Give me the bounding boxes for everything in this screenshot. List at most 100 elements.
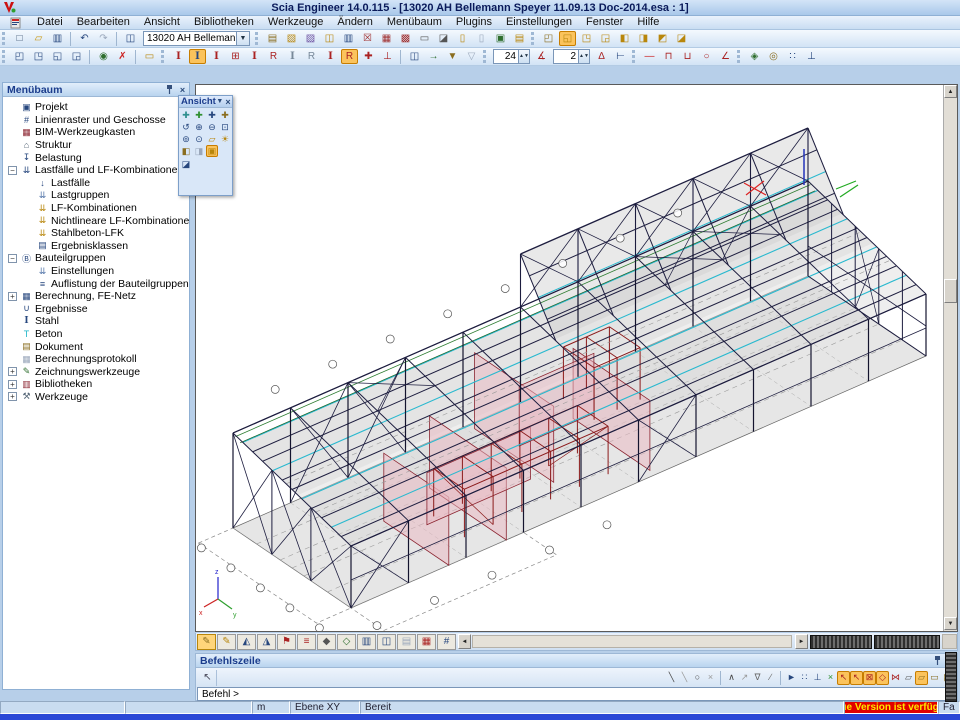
view-window-6-icon[interactable]: ◨ (635, 31, 652, 46)
document-icon[interactable]: ▯ (454, 31, 471, 46)
menu-werkzeuge[interactable]: Werkzeuge (261, 16, 330, 28)
tile-vertical-icon[interactable]: ◲ (68, 49, 85, 64)
orthogonal-snap-icon[interactable]: ⊠ (863, 671, 876, 685)
polygon-snap-icon[interactable]: ▱ (902, 671, 915, 685)
color-table-icon[interactable]: ▦ (417, 634, 436, 650)
viewport-vertical-scrollbar[interactable]: ▲ ▼ (943, 85, 957, 631)
view-z-icon[interactable]: ✚ (206, 109, 218, 121)
paint-selection-icon[interactable]: ◈ (746, 49, 763, 64)
scale-ruler-icon[interactable]: ⊢ (612, 49, 629, 64)
render-mode-icon[interactable]: ◆ (317, 634, 336, 650)
labels-flag-icon[interactable]: ⚑ (277, 634, 296, 650)
visibility-eye-icon[interactable]: ◉ (95, 49, 112, 64)
cascade-icon[interactable]: ◰ (11, 49, 28, 64)
scroll-right-icon[interactable]: ► (795, 634, 808, 649)
perspective-icon[interactable]: ◪ (180, 158, 192, 170)
snap-vertex-icon[interactable]: ∧ (725, 671, 738, 685)
surfaces-icon[interactable]: ◮ (257, 634, 276, 650)
view-window-8-icon[interactable]: ◪ (673, 31, 690, 46)
viewport-canvas[interactable]: zxy ▲ ▼ (195, 84, 958, 632)
clipboard-icon[interactable]: ▤ (264, 31, 281, 46)
snap-clear-icon[interactable]: × (704, 671, 717, 685)
tree-item-lastgruppen[interactable]: ⇊Lastgruppen (5, 189, 189, 202)
toolbar-dock-icon[interactable]: ▭ (928, 671, 941, 685)
open-folder-icon[interactable]: ▱ (30, 31, 47, 46)
redo-icon[interactable]: ↷ (95, 31, 112, 46)
export-doc-icon[interactable]: → (425, 49, 442, 64)
toolbar-handle[interactable] (2, 32, 7, 45)
document-gray-icon[interactable]: ▯ (473, 31, 490, 46)
toolbar-handle[interactable] (483, 50, 488, 63)
volumes-icon[interactable]: ◭ (237, 634, 256, 650)
menu-hilfe[interactable]: Hilfe (630, 16, 666, 28)
beam-check-8-icon[interactable]: R (303, 49, 320, 64)
menu-plugins[interactable]: Plugins (449, 16, 499, 28)
copy-doc-icon[interactable]: ◫ (321, 31, 338, 46)
support-icon[interactable]: ⊥ (379, 49, 396, 64)
circle-tool-icon[interactable]: ○ (698, 49, 715, 64)
viewport-horizontal-scrollbar[interactable] (472, 635, 792, 648)
print-icon[interactable]: ▭ (416, 31, 433, 46)
toolbar-handle[interactable] (737, 50, 742, 63)
menu-datei[interactable]: Datei (30, 16, 70, 28)
minimized-window-bar-3[interactable] (945, 652, 957, 702)
view-folder-icon[interactable]: ▱ (206, 133, 218, 145)
beam-check-6-icon[interactable]: R (265, 49, 282, 64)
toolbar-handle[interactable] (632, 50, 637, 63)
slope-icon[interactable]: ∆ (593, 49, 610, 64)
snap-triangle-icon[interactable]: ∇ (751, 671, 764, 685)
tree-item-belastung[interactable]: ↧Belastung (5, 151, 189, 164)
zoom-selection-icon[interactable]: ⊙ (193, 133, 205, 145)
print-preview-icon[interactable]: ◪ (435, 31, 452, 46)
zoom-selection-icon[interactable]: ◎ (765, 49, 782, 64)
project-window-icon[interactable]: ◫ (122, 31, 139, 46)
tree-item-auflistung-der-bauteilgruppen[interactable]: ≡Auflistung der Bauteilgruppen (5, 277, 189, 290)
calculator-icon[interactable]: ▣ (492, 31, 509, 46)
cursor-mode-icon[interactable]: ↖ (199, 670, 217, 686)
beam-check-2-icon[interactable]: I (189, 49, 206, 64)
tree-item-projekt[interactable]: ▣Projekt (5, 101, 189, 114)
model-3d-view[interactable]: zxy (196, 85, 943, 631)
menu-bibliotheken[interactable]: Bibliotheken (187, 16, 261, 28)
zoom-all-icon[interactable]: ⊚ (180, 133, 192, 145)
tree-item-linienraster-und-geschosse[interactable]: #Linienraster und Geschosse (5, 114, 189, 127)
new-file-icon[interactable]: □ (11, 31, 28, 46)
chevron-down-icon[interactable]: ▼ (236, 32, 249, 45)
picture-icon[interactable]: ▨ (302, 31, 319, 46)
snap-step-spinner[interactable]: 2 ▲▼ (553, 49, 590, 64)
camera-gray-icon[interactable]: ◨ (193, 145, 205, 157)
tree-item-lf-kombinationen[interactable]: ⇊LF-Kombinationen (5, 202, 189, 215)
tree-item-ergebnisklassen[interactable]: ▤Ergebnisklassen (5, 240, 189, 253)
clip-box-icon[interactable]: ▣ (206, 145, 218, 157)
chevron-down-icon[interactable]: ▼ (216, 96, 224, 108)
ratio-snap-icon[interactable]: ⋈ (889, 671, 902, 685)
spinner-arrows-icon[interactable]: ▲▼ (578, 50, 589, 63)
view-window-1-icon[interactable]: ◰ (540, 31, 557, 46)
toolbar-handle[interactable] (2, 50, 7, 63)
minimized-window-bar-1[interactable] (810, 635, 872, 649)
layers-table-icon[interactable]: ▦ (378, 31, 395, 46)
erase-icon[interactable]: ✗ (114, 49, 131, 64)
view-window-5-icon[interactable]: ◧ (616, 31, 633, 46)
ansicht-palette-header[interactable]: Ansicht ▼ × (179, 96, 232, 108)
tree-item-lastfälle[interactable]: ↓Lastfälle (5, 177, 189, 190)
close-icon[interactable]: × (176, 84, 189, 96)
dim-horizontal-icon[interactable]: ⊓ (660, 49, 677, 64)
point-grid-icon[interactable]: ∷ (784, 49, 801, 64)
intersection-snap-icon[interactable]: ↖ (850, 671, 863, 685)
toolbar-handle[interactable] (161, 50, 166, 63)
menu-ändern[interactable]: Ändern (330, 16, 379, 28)
menu-einstellungen[interactable]: Einstellungen (499, 16, 579, 28)
ucs-icon[interactable]: ⊥ (803, 49, 820, 64)
tree-item-werkzeuge[interactable]: +⚒Werkzeuge (5, 391, 189, 404)
beam-check-5-icon[interactable]: I (246, 49, 263, 64)
scroll-thumb[interactable] (944, 279, 957, 303)
snap-polyline-icon[interactable]: ╲ (678, 671, 691, 685)
plane-snap-icon[interactable]: ▱ (915, 671, 928, 685)
tile-horizontal-icon[interactable]: ◱ (49, 49, 66, 64)
wire-pencil-icon[interactable]: ✎ (197, 634, 216, 650)
view-window-4-icon[interactable]: ◲ (597, 31, 614, 46)
menu-bearbeiten[interactable]: Bearbeiten (70, 16, 137, 28)
dim-vertical-icon[interactable]: ⊔ (679, 49, 696, 64)
update-available-badge[interactable]: Neue Version ist verfügbar (844, 701, 938, 714)
